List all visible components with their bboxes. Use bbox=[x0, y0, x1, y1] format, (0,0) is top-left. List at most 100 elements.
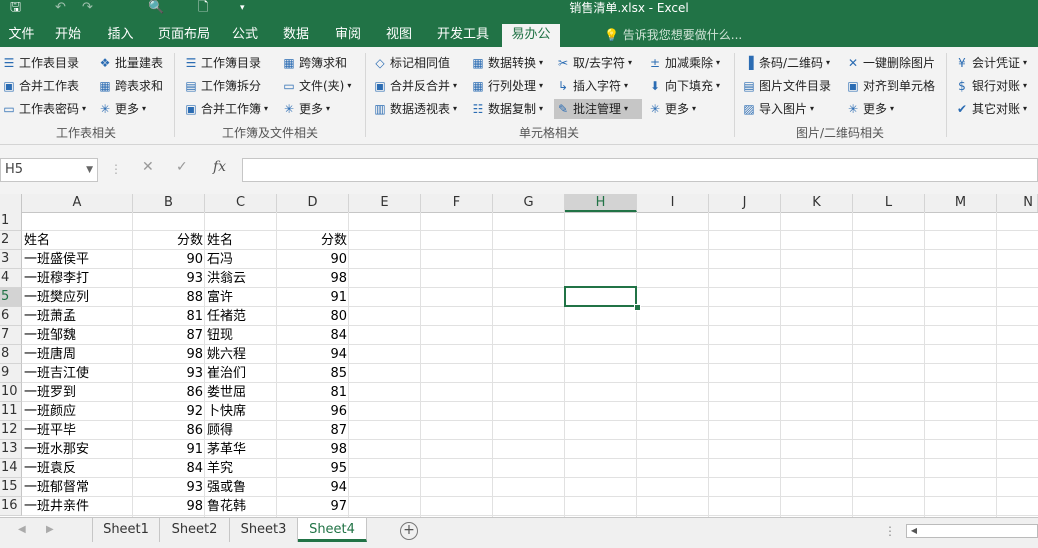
sheet-tab-4[interactable]: Sheet4 bbox=[298, 518, 367, 542]
cell-c11[interactable]: 卜快席 bbox=[205, 402, 277, 421]
cell-b14[interactable]: 84 bbox=[133, 459, 205, 478]
cell-c7[interactable]: 钮现 bbox=[205, 326, 277, 345]
cell-b7[interactable]: 87 bbox=[133, 326, 205, 345]
column-header-n[interactable]: N bbox=[997, 194, 1038, 212]
row-header[interactable]: 9 bbox=[0, 364, 22, 383]
cell-b5[interactable]: 88 bbox=[133, 288, 205, 307]
column-header-f[interactable]: F bbox=[421, 194, 493, 212]
select-all-corner[interactable] bbox=[0, 194, 22, 212]
row-header[interactable]: 4 bbox=[0, 269, 22, 288]
cell-a16[interactable]: 一班井亲件 bbox=[22, 497, 133, 516]
worksheet-directory-button[interactable]: ☰ 工作表目录 bbox=[2, 53, 79, 73]
column-header-m[interactable]: M bbox=[925, 194, 997, 212]
tab-page-layout[interactable]: 页面布局 bbox=[148, 24, 220, 47]
cell-a15[interactable]: 一班郁督常 bbox=[22, 478, 133, 497]
cell-a14[interactable]: 一班袁反 bbox=[22, 459, 133, 478]
accounting-voucher-button[interactable]: ¥ 会计凭证 ▾ bbox=[955, 53, 1027, 73]
cell-b6[interactable]: 81 bbox=[133, 307, 205, 326]
comment-management-button[interactable]: ✎ 批注管理 ▾ bbox=[554, 99, 642, 119]
sheet-tab-2[interactable]: Sheet2 bbox=[160, 518, 230, 542]
cell-c12[interactable]: 顾得 bbox=[205, 421, 277, 440]
row-header[interactable]: 12 bbox=[0, 421, 22, 440]
cell-c15[interactable]: 强或鲁 bbox=[205, 478, 277, 497]
row-header[interactable]: 16 bbox=[0, 497, 22, 516]
cell-b16[interactable]: 98 bbox=[133, 497, 205, 516]
row-header[interactable]: 8 bbox=[0, 345, 22, 364]
cell-b8[interactable]: 98 bbox=[133, 345, 205, 364]
drag-handle-icon[interactable]: ⋮ bbox=[884, 524, 896, 538]
cell-a11[interactable]: 一班颜应 bbox=[22, 402, 133, 421]
cell-d15[interactable]: 94 bbox=[277, 478, 349, 497]
more-button-2[interactable]: ✳ 更多 ▾ bbox=[282, 99, 330, 119]
cell-a1[interactable] bbox=[22, 212, 133, 231]
row-header[interactable]: 5 bbox=[0, 288, 22, 307]
row-header[interactable]: 14 bbox=[0, 459, 22, 478]
tell-me-box[interactable]: 💡 告诉我您想要做什么... bbox=[604, 24, 742, 47]
cell-d5[interactable]: 91 bbox=[277, 288, 349, 307]
insert-function-icon[interactable]: fx bbox=[213, 159, 226, 175]
cell-d7[interactable]: 84 bbox=[277, 326, 349, 345]
tab-formulas[interactable]: 公式 bbox=[220, 24, 270, 47]
other-reconciliation-button[interactable]: ✔ 其它对账 ▾ bbox=[955, 99, 1027, 119]
cancel-icon[interactable]: ✕ bbox=[142, 159, 154, 175]
cell-a6[interactable]: 一班萧孟 bbox=[22, 307, 133, 326]
cell-c1[interactable] bbox=[205, 212, 277, 231]
insert-chars-button[interactable]: ↳ 插入字符 ▾ bbox=[556, 76, 628, 96]
next-sheet-icon[interactable]: ▶ bbox=[46, 524, 54, 535]
data-convert-button[interactable]: ▦ 数据转换 ▾ bbox=[471, 53, 543, 73]
column-header-a[interactable]: A bbox=[22, 194, 133, 212]
more-button-4[interactable]: ✳ 更多 ▾ bbox=[846, 99, 894, 119]
row-header[interactable]: 7 bbox=[0, 326, 22, 345]
formula-input[interactable] bbox=[242, 158, 1038, 182]
worksheet-grid[interactable]: A B C D E F G H I J K L M N 1 2 姓名 分数 姓名 分数 3 一… bbox=[0, 194, 1038, 517]
cell-c14[interactable]: 羊究 bbox=[205, 459, 277, 478]
column-header-d[interactable]: D bbox=[277, 194, 349, 212]
enter-icon[interactable]: ✓ bbox=[176, 159, 188, 175]
cell-d6[interactable]: 80 bbox=[277, 307, 349, 326]
fill-down-button[interactable]: ⬇ 向下填充 ▾ bbox=[648, 76, 720, 96]
folder-button[interactable]: ▭ 文件(夹) ▾ bbox=[282, 76, 351, 96]
cell-d3[interactable]: 90 bbox=[277, 250, 349, 269]
extract-chars-button[interactable]: ✂ 取/去字符 ▾ bbox=[556, 53, 632, 73]
row-header[interactable]: 10 bbox=[0, 383, 22, 402]
cell-c10[interactable]: 娄世屈 bbox=[205, 383, 277, 402]
cell-b15[interactable]: 93 bbox=[133, 478, 205, 497]
arithmetic-button[interactable]: ± 加减乘除 ▾ bbox=[648, 53, 720, 73]
cell-c16[interactable]: 鲁花韩 bbox=[205, 497, 277, 516]
merge-unmerge-button[interactable]: ▣ 合并反合并 ▾ bbox=[373, 76, 457, 96]
tab-review[interactable]: 审阅 bbox=[322, 24, 374, 47]
cell-a4[interactable]: 一班穆李打 bbox=[22, 269, 133, 288]
cell-b3[interactable]: 90 bbox=[133, 250, 205, 269]
more-button-3[interactable]: ✳ 更多 ▾ bbox=[648, 99, 696, 119]
row-header[interactable]: 15 bbox=[0, 478, 22, 497]
add-sheet-icon[interactable]: + bbox=[400, 522, 418, 540]
horizontal-scrollbar[interactable]: ◀ bbox=[906, 524, 1038, 538]
barcode-qrcode-button[interactable]: ▐ 条码/二维码 ▾ bbox=[742, 53, 830, 73]
image-file-directory-button[interactable]: ▤ 图片文件目录 bbox=[742, 76, 831, 96]
tab-developer[interactable]: 开发工具 bbox=[424, 24, 502, 47]
more-button-1[interactable]: ✳ 更多 ▾ bbox=[98, 99, 146, 119]
cell-d12[interactable]: 87 bbox=[277, 421, 349, 440]
cell-d8[interactable]: 94 bbox=[277, 345, 349, 364]
chevron-down-icon[interactable]: ▼ bbox=[86, 159, 93, 181]
cell-c13[interactable]: 茅革华 bbox=[205, 440, 277, 459]
cell-a5[interactable]: 一班樊应列 bbox=[22, 288, 133, 307]
cell-b11[interactable]: 92 bbox=[133, 402, 205, 421]
tab-view[interactable]: 视图 bbox=[374, 24, 424, 47]
cell-d2[interactable]: 分数 bbox=[277, 231, 349, 250]
column-header-h[interactable]: H bbox=[565, 194, 637, 212]
data-copy-button[interactable]: ☷ 数据复制 ▾ bbox=[471, 99, 543, 119]
name-box[interactable]: H5 ▼ bbox=[0, 158, 98, 182]
column-header-g[interactable]: G bbox=[493, 194, 565, 212]
row-header[interactable]: 13 bbox=[0, 440, 22, 459]
sheet-tab-3[interactable]: Sheet3 bbox=[230, 518, 298, 542]
scroll-left-icon[interactable]: ◀ bbox=[907, 525, 921, 537]
cell-d9[interactable]: 85 bbox=[277, 364, 349, 383]
cell-b12[interactable]: 86 bbox=[133, 421, 205, 440]
mark-duplicates-button[interactable]: ◇ 标记相同值 bbox=[373, 53, 450, 73]
cell-d1[interactable] bbox=[277, 212, 349, 231]
cell-b2[interactable]: 分数 bbox=[133, 231, 205, 250]
cell-b13[interactable]: 91 bbox=[133, 440, 205, 459]
row-header[interactable]: 6 bbox=[0, 307, 22, 326]
row-column-button[interactable]: ▦ 行列处理 ▾ bbox=[471, 76, 543, 96]
